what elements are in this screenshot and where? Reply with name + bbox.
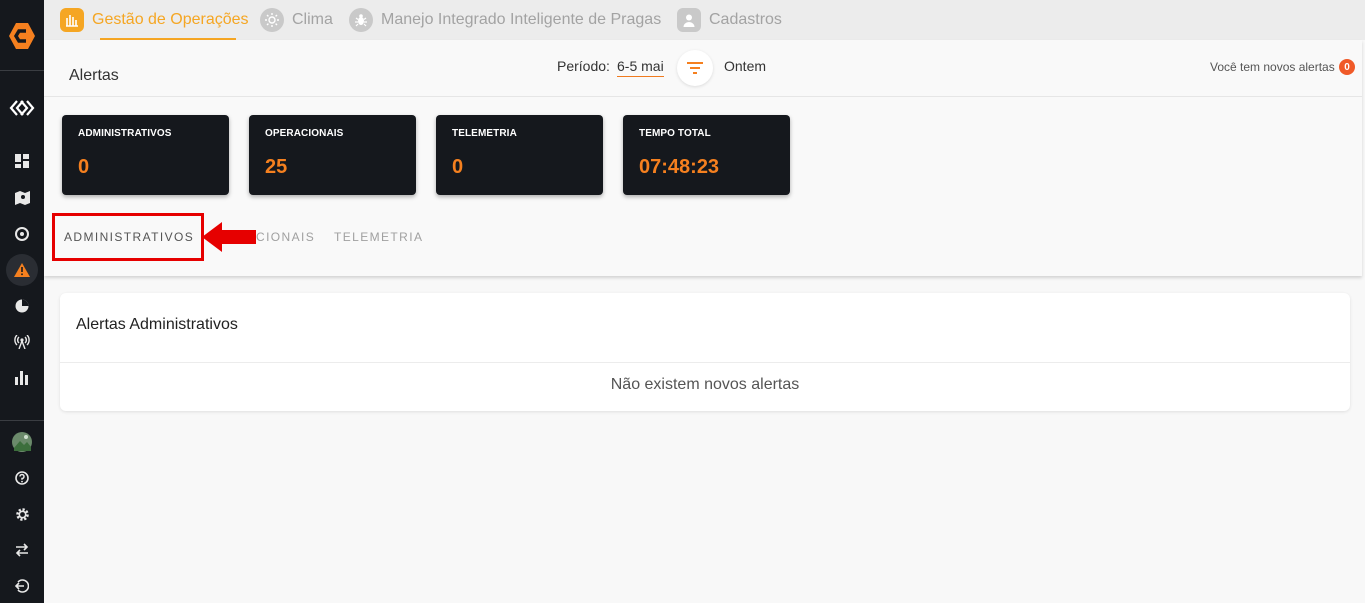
empty-state-message: Não existem novos alertas — [610, 376, 800, 393]
stat-card-value: 0 — [452, 156, 464, 178]
brand-logo-icon[interactable] — [6, 20, 38, 52]
antenna-icon[interactable] — [6, 326, 38, 358]
logout-icon[interactable] — [6, 570, 38, 602]
nav-tab-label: Manejo Integrado Inteligente de Pragas — [381, 11, 662, 28]
nav-tab-label: Gestão de Operações — [92, 11, 249, 28]
stat-card-telemetria: TELEMETRIA 0 — [436, 115, 603, 195]
dashboard-icon[interactable] — [6, 145, 38, 177]
nav-tab-gestao-operacoes[interactable]: Gestão de Operações — [60, 0, 249, 40]
panel-divider — [60, 362, 1350, 363]
sidebar — [0, 0, 44, 603]
stat-card-label: OPERACIONAIS — [265, 128, 344, 139]
new-alerts-text: Você tem novos alertas — [1210, 60, 1335, 74]
stat-card-label: TELEMETRIA — [452, 128, 517, 139]
sidebar-divider — [0, 420, 44, 421]
stat-card-administrativos: ADMINISTRATIVOS 0 — [62, 115, 229, 195]
pie-chart-icon[interactable] — [6, 290, 38, 322]
top-nav: Gestão de Operações Clima Manejo Integra… — [44, 0, 1365, 40]
nav-tab-label: Cadastros — [709, 11, 782, 28]
new-alerts-badge[interactable]: 0 — [1339, 59, 1355, 75]
person-icon — [677, 8, 701, 32]
sidebar-divider — [0, 70, 44, 71]
sun-icon — [260, 8, 284, 32]
filter-icon — [687, 62, 703, 74]
nav-tab-clima[interactable]: Clima — [260, 0, 333, 40]
nav-tab-cadastros[interactable]: Cadastros — [677, 0, 782, 40]
alerts-panel: Alertas Administrativos Não existem novo… — [60, 293, 1350, 411]
page-title: Alertas — [69, 67, 119, 84]
swap-icon[interactable] — [6, 534, 38, 566]
highlight-box — [52, 213, 204, 261]
settings-icon[interactable] — [6, 498, 38, 530]
stat-card-tempo-total: TEMPO TOTAL 07:48:23 — [623, 115, 790, 195]
nav-tab-manejo-pragas[interactable]: Manejo Integrado Inteligente de Pragas — [349, 0, 661, 40]
stat-card-label: TEMPO TOTAL — [639, 128, 711, 139]
avatar[interactable] — [6, 426, 38, 458]
filter-button[interactable] — [677, 50, 713, 86]
header-divider — [44, 96, 1362, 97]
period-selector[interactable]: 6-5 mai — [617, 58, 664, 77]
stat-card-value: 25 — [265, 156, 288, 178]
alert-icon[interactable] — [6, 254, 38, 286]
nav-tab-label: Clima — [292, 11, 333, 28]
stat-card-value: 0 — [78, 156, 90, 178]
menu-toggle-icon[interactable] — [6, 92, 38, 124]
stat-card-value: 07:48:23 — [639, 156, 720, 178]
bar-chart-icon[interactable] — [6, 362, 38, 394]
chart-icon — [60, 8, 84, 32]
stat-card-operacionais: OPERACIONAIS 25 — [249, 115, 416, 195]
tab-telemetria[interactable]: TELEMETRIA — [334, 230, 423, 244]
arrow-left-icon — [202, 222, 256, 252]
tab-operacionais[interactable]: CIONAIS — [256, 230, 315, 244]
panel-title: Alertas Administrativos — [76, 316, 238, 333]
map-icon[interactable] — [6, 182, 38, 214]
stat-card-label: ADMINISTRATIVOS — [78, 128, 172, 139]
period-label: Período: — [557, 58, 610, 74]
help-icon[interactable] — [6, 462, 38, 494]
quick-period-ontem[interactable]: Ontem — [724, 58, 766, 74]
bug-icon — [349, 8, 373, 32]
gauge-icon[interactable] — [6, 218, 38, 250]
